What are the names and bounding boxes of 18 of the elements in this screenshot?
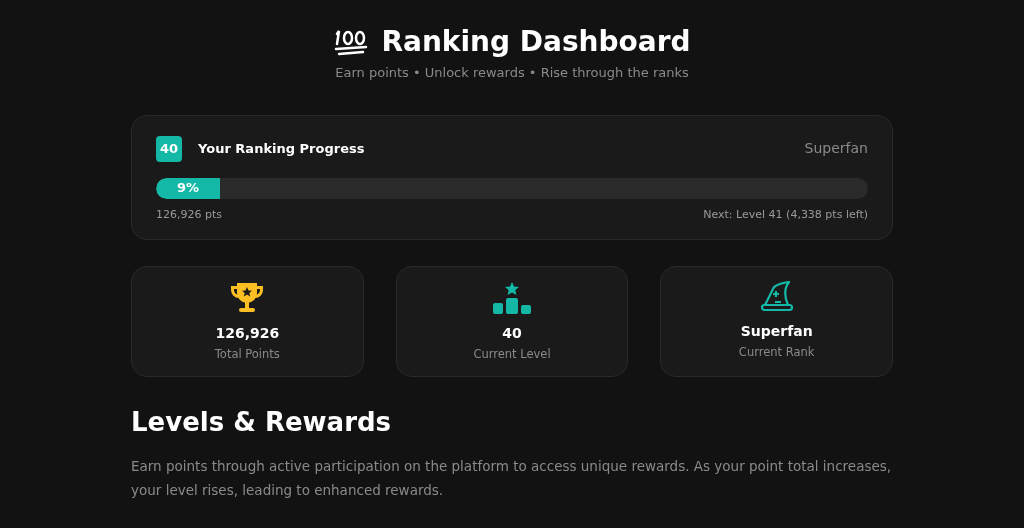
stat-label: Current Level: [473, 346, 551, 363]
section-heading: Levels & Rewards: [131, 406, 393, 439]
podium-icon: [492, 281, 532, 315]
page-subtitle: Earn points • Unlock rewards • Rise through the ranks: [335, 64, 689, 82]
stat-label: Total Points: [214, 346, 280, 363]
progress-percent: 9%: [177, 179, 200, 198]
stat-label: Current Rank: [738, 344, 815, 361]
stat-value: 126,926: [215, 324, 280, 343]
rank-label: Superfan: [804, 139, 868, 158]
wizard-hat-icon: [759, 281, 794, 313]
progress-title: Your Ranking Progress: [198, 139, 365, 158]
next-level-text: Next: Level 41 (4,338 pts left): [703, 206, 868, 223]
stat-value: Superfan: [740, 322, 813, 341]
stat-value: 40: [502, 324, 522, 343]
level-badge: 40: [156, 135, 182, 162]
points-text: 126,926 pts: [156, 206, 222, 223]
section-description: Earn points through active participation on the platform to access unique rewards. As your point total increases, your level rises, leading to enhanced rewards.: [131, 457, 893, 500]
page-title: Ranking Dashboard: [381, 24, 691, 59]
